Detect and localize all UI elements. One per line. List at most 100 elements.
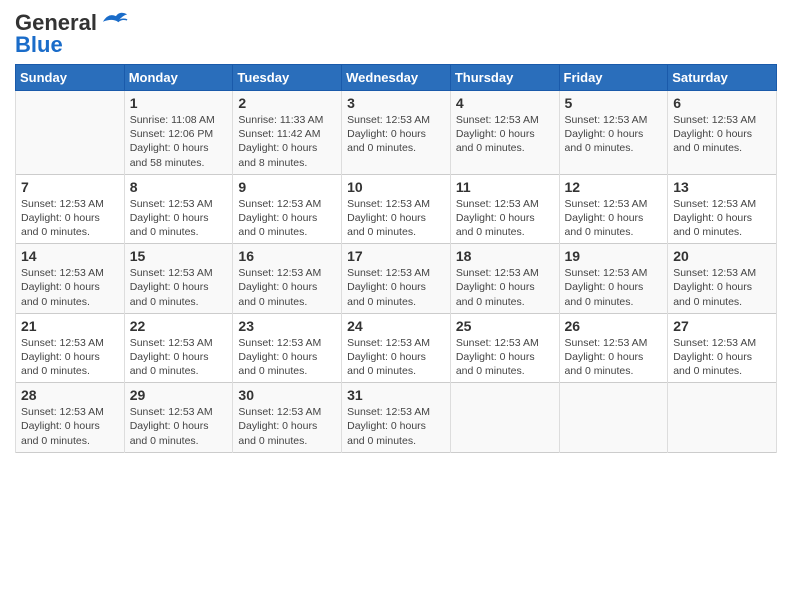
day-cell: 25Sunset: 12:53 AM Daylight: 0 hours and…: [450, 313, 559, 383]
day-number: 5: [565, 95, 663, 111]
day-cell: 14 Sunset: 12:53 AM Daylight: 0 hours and…: [16, 244, 125, 314]
day-number: 12: [565, 179, 663, 195]
day-number: 18: [456, 248, 554, 264]
week-row-1: 1 Sunrise: 11:08 AM Sunset: 12:06 PM Dayl…: [16, 91, 777, 175]
day-header-tuesday: Tuesday: [233, 65, 342, 91]
day-info: Sunset: 12:53 AM Daylight: 0 hours and 0…: [130, 336, 228, 379]
week-row-3: 14 Sunset: 12:53 AM Daylight: 0 hours and…: [16, 244, 777, 314]
day-number: 25: [456, 318, 554, 334]
day-header-friday: Friday: [559, 65, 668, 91]
day-cell: 30 Sunset: 12:53 AM Daylight: 0 hours and…: [233, 383, 342, 453]
day-header-monday: Monday: [124, 65, 233, 91]
day-cell: 11 Sunset: 12:53 AM Daylight: 0 hours and…: [450, 174, 559, 244]
day-cell: [16, 91, 125, 175]
day-cell: 17Sunset: 12:53 AM Daylight: 0 hours and…: [342, 244, 451, 314]
day-header-saturday: Saturday: [668, 65, 777, 91]
day-number: 19: [565, 248, 663, 264]
day-info: Sunset: 12:53 AM Daylight: 0 hours and 0…: [238, 266, 336, 309]
day-number: 10: [347, 179, 445, 195]
day-number: 4: [456, 95, 554, 111]
day-info: Sunset: 12:53 AM Daylight: 0 hours and 0…: [456, 113, 554, 156]
calendar-table: SundayMondayTuesdayWednesdayThursdayFrid…: [15, 64, 777, 453]
day-info: Sunset: 12:53 AM Daylight: 0 hours and 0…: [130, 266, 228, 309]
day-cell: 21Sunset: 12:53 AM Daylight: 0 hours and…: [16, 313, 125, 383]
day-cell: 19 Sunset: 12:53 AM Daylight: 0 hours and…: [559, 244, 668, 314]
day-number: 31: [347, 387, 445, 403]
day-cell: 7 Sunset: 12:53 AM Daylight: 0 hours and …: [16, 174, 125, 244]
day-cell: [559, 383, 668, 453]
day-info: Sunset: 12:53 AM Daylight: 0 hours and 0…: [347, 405, 445, 448]
day-number: 9: [238, 179, 336, 195]
day-cell: 12 Sunset: 12:53 AM Daylight: 0 hours and…: [559, 174, 668, 244]
day-info: Sunset: 12:53 AM Daylight: 0 hours and 0…: [673, 336, 771, 379]
day-info: Sunset: 12:53 AM Daylight: 0 hours and 0…: [347, 336, 445, 379]
day-info: Sunset: 12:53 AM Daylight: 0 hours and 0…: [456, 266, 554, 309]
day-info: Sunset: 12:53 AM Daylight: 0 hours and 0…: [21, 336, 119, 379]
day-number: 17: [347, 248, 445, 264]
day-info: Sunset: 12:53 AM Daylight: 0 hours and 0…: [238, 336, 336, 379]
day-number: 7: [21, 179, 119, 195]
day-cell: 15 Sunset: 12:53 AM Daylight: 0 hours and…: [124, 244, 233, 314]
day-info: Sunset: 12:53 AM Daylight: 0 hours and 0…: [673, 197, 771, 240]
day-cell: 23 Sunset: 12:53 AM Daylight: 0 hours and…: [233, 313, 342, 383]
day-cell: 16 Sunset: 12:53 AM Daylight: 0 hours and…: [233, 244, 342, 314]
day-number: 14: [21, 248, 119, 264]
day-cell: [668, 383, 777, 453]
day-cell: 20 Sunset: 12:53 AM Daylight: 0 hours and…: [668, 244, 777, 314]
week-row-4: 21Sunset: 12:53 AM Daylight: 0 hours and…: [16, 313, 777, 383]
day-number: 23: [238, 318, 336, 334]
day-info: Sunset: 12:53 AM Daylight: 0 hours and 0…: [347, 197, 445, 240]
day-info: Sunset: 12:53 AM Daylight: 0 hours and 0…: [456, 197, 554, 240]
day-number: 16: [238, 248, 336, 264]
days-header-row: SundayMondayTuesdayWednesdayThursdayFrid…: [16, 65, 777, 91]
day-cell: 1 Sunrise: 11:08 AM Sunset: 12:06 PM Dayl…: [124, 91, 233, 175]
day-info: Sunset: 12:53 AM Daylight: 0 hours and 0…: [673, 113, 771, 156]
day-info: Sunrise: 11:08 AM Sunset: 12:06 PM Dayli…: [130, 113, 228, 170]
day-info: Sunset: 12:53 AM Daylight: 0 hours and 0…: [238, 405, 336, 448]
day-number: 3: [347, 95, 445, 111]
day-number: 13: [673, 179, 771, 195]
day-cell: 5 Sunset: 12:53 AM Daylight: 0 hours and …: [559, 91, 668, 175]
day-info: Sunset: 12:53 AM Daylight: 0 hours and 0…: [347, 113, 445, 156]
day-info: Sunset: 12:53 AM Daylight: 0 hours and 0…: [673, 266, 771, 309]
day-cell: 26 Sunset: 12:53 AM Daylight: 0 hours and…: [559, 313, 668, 383]
day-info: Sunset: 12:53 AM Daylight: 0 hours and 0…: [565, 266, 663, 309]
logo: General Blue: [15, 10, 129, 58]
day-info: Sunset: 12:53 AM Daylight: 0 hours and 0…: [130, 197, 228, 240]
day-cell: [450, 383, 559, 453]
day-info: Sunrise: 11:33 AM Sunset: 11:42 AM Dayli…: [238, 113, 336, 170]
day-cell: 18 Sunset: 12:53 AM Daylight: 0 hours and…: [450, 244, 559, 314]
day-cell: 2 Sunrise: 11:33 AM Sunset: 11:42 AM Dayl…: [233, 91, 342, 175]
day-info: Sunset: 12:53 AM Daylight: 0 hours and 0…: [565, 336, 663, 379]
day-cell: 28Sunset: 12:53 AM Daylight: 0 hours and…: [16, 383, 125, 453]
day-cell: 6Sunset: 12:53 AM Daylight: 0 hours and …: [668, 91, 777, 175]
bird-icon: [101, 8, 129, 28]
day-info: Sunset: 12:53 AM Daylight: 0 hours and 0…: [21, 266, 119, 309]
day-cell: 29Sunset: 12:53 AM Daylight: 0 hours and…: [124, 383, 233, 453]
day-number: 11: [456, 179, 554, 195]
day-info: Sunset: 12:53 AM Daylight: 0 hours and 0…: [565, 113, 663, 156]
day-number: 1: [130, 95, 228, 111]
day-header-wednesday: Wednesday: [342, 65, 451, 91]
day-number: 27: [673, 318, 771, 334]
day-cell: 31 Sunset: 12:53 AM Daylight: 0 hours and…: [342, 383, 451, 453]
day-info: Sunset: 12:53 AM Daylight: 0 hours and 0…: [21, 197, 119, 240]
day-cell: 4 Sunset: 12:53 AM Daylight: 0 hours and …: [450, 91, 559, 175]
day-number: 29: [130, 387, 228, 403]
day-number: 15: [130, 248, 228, 264]
day-header-thursday: Thursday: [450, 65, 559, 91]
day-info: Sunset: 12:53 AM Daylight: 0 hours and 0…: [238, 197, 336, 240]
week-row-2: 7 Sunset: 12:53 AM Daylight: 0 hours and …: [16, 174, 777, 244]
day-cell: 8Sunset: 12:53 AM Daylight: 0 hours and …: [124, 174, 233, 244]
header: General Blue: [15, 10, 777, 58]
day-cell: 24Sunset: 12:53 AM Daylight: 0 hours and…: [342, 313, 451, 383]
day-number: 2: [238, 95, 336, 111]
day-number: 28: [21, 387, 119, 403]
day-info: Sunset: 12:53 AM Daylight: 0 hours and 0…: [565, 197, 663, 240]
day-cell: 27 Sunset: 12:53 AM Daylight: 0 hours and…: [668, 313, 777, 383]
day-number: 30: [238, 387, 336, 403]
day-header-sunday: Sunday: [16, 65, 125, 91]
day-number: 26: [565, 318, 663, 334]
day-number: 20: [673, 248, 771, 264]
day-number: 22: [130, 318, 228, 334]
